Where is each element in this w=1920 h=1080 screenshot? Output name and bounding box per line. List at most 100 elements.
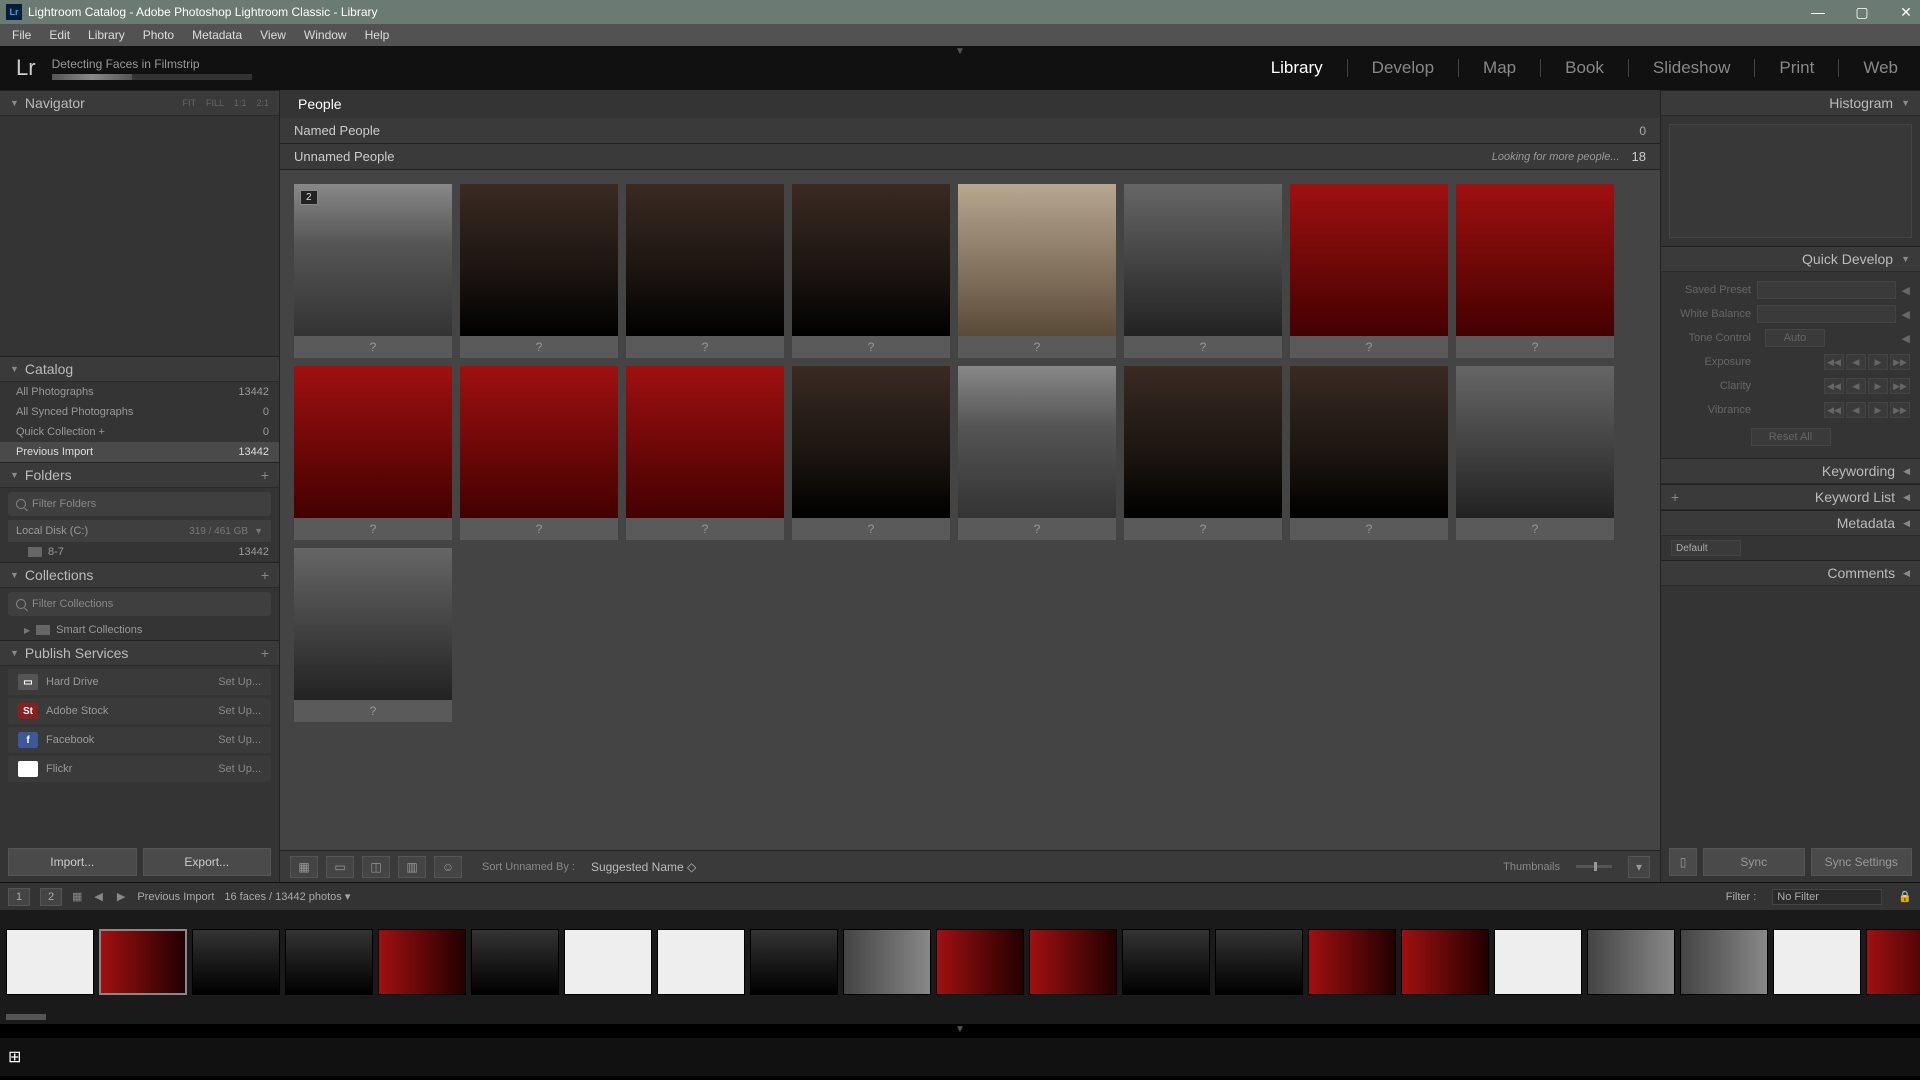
catalog-row[interactable]: Previous Import13442	[0, 442, 279, 462]
clarity-stepper[interactable]: ◀◀◀▶▶▶	[1824, 378, 1910, 394]
filmstrip-thumb[interactable]	[1122, 929, 1210, 995]
filmstrip-thumb[interactable]	[378, 929, 466, 995]
module-map[interactable]: Map	[1477, 58, 1522, 78]
reset-all-button[interactable]: Reset All	[1751, 428, 1831, 446]
metadata-preset-select[interactable]: Default	[1671, 540, 1741, 556]
filmstrip-thumb[interactable]	[192, 929, 280, 995]
menu-edit[interactable]: Edit	[41, 26, 78, 44]
publish-service-row[interactable]: StAdobe StockSet Up...	[8, 698, 271, 724]
filmstrip-thumb[interactable]	[285, 929, 373, 995]
filmstrip-thumb[interactable]	[99, 929, 187, 995]
sort-value[interactable]: Suggested Name ◇	[591, 860, 696, 874]
menu-photo[interactable]: Photo	[135, 26, 182, 44]
breadcrumb[interactable]: Previous Import	[137, 891, 214, 903]
face-stack[interactable]: ?	[1124, 184, 1282, 358]
filter-select[interactable]: No Filter	[1772, 889, 1882, 905]
named-people-bar[interactable]: Named People 0	[280, 118, 1660, 144]
sync-settings-button[interactable]: Sync Settings	[1811, 848, 1913, 876]
folders-header[interactable]: ▼ Folders +	[0, 462, 279, 488]
exposure-stepper[interactable]: ◀◀◀▶▶▶	[1824, 354, 1910, 370]
filter-collections-input[interactable]: Filter Collections	[8, 592, 271, 616]
publish-service-row[interactable]: ••FlickrSet Up...	[8, 756, 271, 782]
taskbar[interactable]: ⊞	[0, 1038, 1920, 1076]
publish-service-row[interactable]: ▭Hard DriveSet Up...	[8, 669, 271, 695]
filmstrip-thumb[interactable]	[1029, 929, 1117, 995]
filmstrip-thumb[interactable]	[1215, 929, 1303, 995]
publish-header[interactable]: ▼ Publish Services +	[0, 640, 279, 666]
module-library[interactable]: Library	[1265, 58, 1329, 78]
module-web[interactable]: Web	[1857, 58, 1904, 78]
import-button[interactable]: Import...	[8, 848, 137, 876]
filmstrip-thumb[interactable]	[471, 929, 559, 995]
maximize-button[interactable]: ▢	[1854, 4, 1870, 21]
menu-view[interactable]: View	[252, 26, 294, 44]
add-publish-icon[interactable]: +	[261, 645, 269, 661]
survey-view-button[interactable]: ▥	[398, 856, 426, 878]
catalog-row[interactable]: Quick Collection +0	[0, 422, 279, 442]
metadata-header[interactable]: Metadata◀	[1661, 510, 1920, 536]
filmstrip-thumb[interactable]	[6, 929, 94, 995]
collections-header[interactable]: ▼ Collections +	[0, 562, 279, 588]
nav-back-icon[interactable]: ◀	[92, 890, 104, 903]
module-book[interactable]: Book	[1559, 58, 1610, 78]
face-stack[interactable]: ?	[958, 184, 1116, 358]
toolbar-menu-icon[interactable]: ▾	[1628, 856, 1650, 878]
minimize-button[interactable]: —	[1810, 4, 1826, 21]
top-panel-toggle-icon[interactable]: ▼	[955, 46, 965, 57]
volume-row[interactable]: Local Disk (C:) 319 / 461 GB ▼	[8, 520, 271, 542]
sync-toggle-button[interactable]: ▯	[1669, 848, 1697, 876]
windows-start-icon[interactable]: ⊞	[8, 1047, 21, 1067]
people-view-button[interactable]: ☺	[434, 856, 462, 878]
filmstrip-thumb[interactable]	[1401, 929, 1489, 995]
catalog-row[interactable]: All Synced Photographs0	[0, 402, 279, 422]
face-stack[interactable]: ?	[294, 548, 452, 722]
navigator-header[interactable]: ▼ Navigator FITFILL1:12:1	[0, 90, 279, 116]
filmstrip-thumb[interactable]	[564, 929, 652, 995]
second-window-button[interactable]: 2	[40, 888, 62, 906]
filter-folders-input[interactable]: Filter Folders	[8, 492, 271, 516]
menu-window[interactable]: Window	[296, 26, 355, 44]
face-stack[interactable]: ?	[1456, 184, 1614, 358]
add-folder-icon[interactable]: +	[261, 467, 269, 483]
filmstrip-thumb[interactable]	[1308, 929, 1396, 995]
folder-row[interactable]: 8-7 13442	[0, 542, 279, 562]
face-stack[interactable]: ?	[626, 184, 784, 358]
loupe-view-button[interactable]: ▭	[326, 856, 354, 878]
filmstrip-thumb[interactable]	[1773, 929, 1861, 995]
face-stack[interactable]: 2?	[294, 184, 452, 358]
menu-file[interactable]: File	[4, 26, 39, 44]
white-balance-select[interactable]	[1757, 305, 1896, 323]
navigator-zoom-levels[interactable]: FITFILL1:12:1	[182, 98, 269, 108]
grid-icon[interactable]: ▦	[72, 890, 82, 903]
histogram-header[interactable]: Histogram ▼	[1661, 90, 1920, 116]
main-window-button[interactable]: 1	[8, 888, 30, 906]
add-collection-icon[interactable]: +	[261, 567, 269, 583]
grid-view-button[interactable]: ▦	[290, 856, 318, 878]
comments-header[interactable]: Comments◀	[1661, 560, 1920, 586]
publish-service-row[interactable]: fFacebookSet Up...	[8, 727, 271, 753]
filmstrip-thumb[interactable]	[1494, 929, 1582, 995]
face-stack[interactable]: ?	[1290, 366, 1448, 540]
catalog-row[interactable]: All Photographs13442	[0, 382, 279, 402]
filmstrip-thumb[interactable]	[1587, 929, 1675, 995]
keyword-list-header[interactable]: +Keyword List◀	[1661, 484, 1920, 510]
face-stack[interactable]: ?	[460, 184, 618, 358]
bottom-panel-toggle-icon[interactable]: ▼	[0, 1024, 1920, 1038]
face-stack[interactable]: ?	[1456, 366, 1614, 540]
filmstrip-thumb[interactable]	[750, 929, 838, 995]
catalog-header[interactable]: ▼ Catalog	[0, 356, 279, 382]
export-button[interactable]: Export...	[143, 848, 272, 876]
face-stack[interactable]: ?	[626, 366, 784, 540]
quick-develop-header[interactable]: Quick Develop ▼	[1661, 246, 1920, 272]
auto-tone-button[interactable]: Auto	[1765, 329, 1825, 347]
nav-forward-icon[interactable]: ▶	[115, 890, 127, 903]
keywording-header[interactable]: Keywording◀	[1661, 458, 1920, 484]
filmstrip-thumb[interactable]	[657, 929, 745, 995]
menu-metadata[interactable]: Metadata	[184, 26, 250, 44]
face-stack[interactable]: ?	[792, 184, 950, 358]
smart-collections-row[interactable]: ▶ Smart Collections	[0, 620, 279, 640]
face-stack[interactable]: ?	[1124, 366, 1282, 540]
thumbnail-size-slider[interactable]	[1576, 865, 1612, 868]
compare-view-button[interactable]: ◫	[362, 856, 390, 878]
unnamed-people-bar[interactable]: Unnamed People Looking for more people..…	[280, 144, 1660, 170]
